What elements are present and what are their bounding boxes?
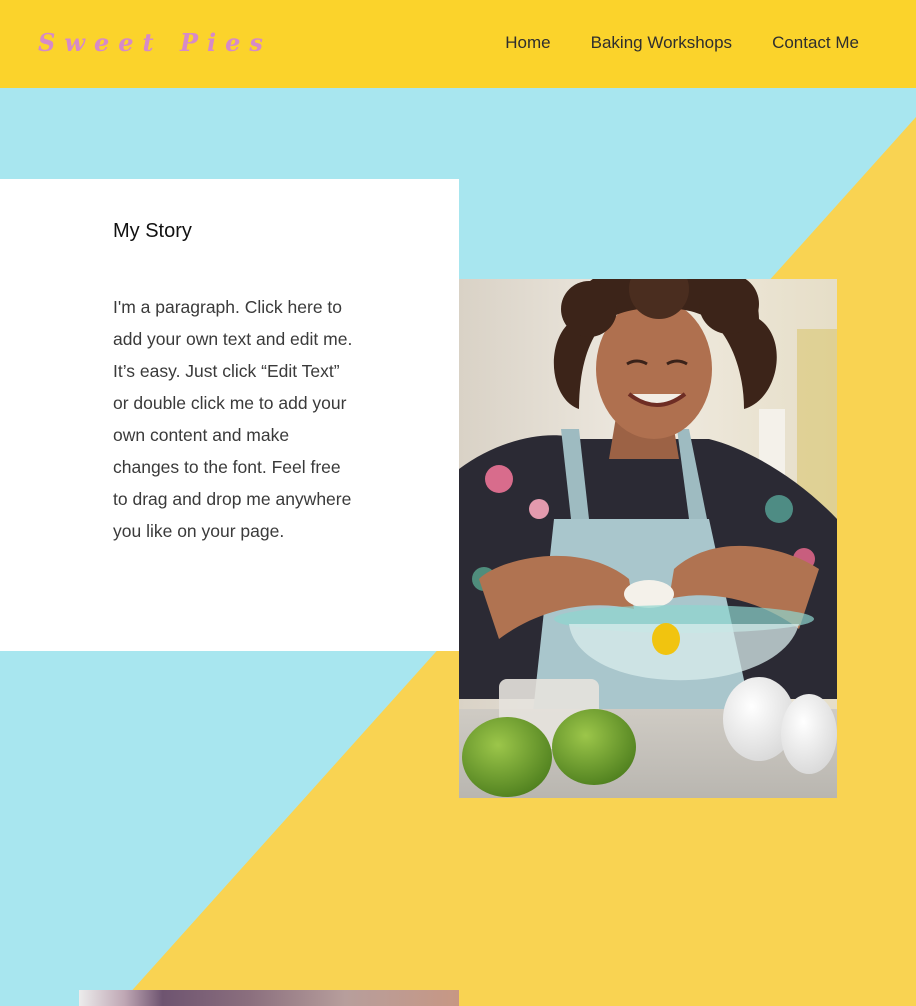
nav-home-link[interactable]: Home [505,32,550,54]
nav-baking-workshops-link[interactable]: Baking Workshops [591,32,732,54]
main-nav: Home Baking Workshops Contact Me [505,32,859,54]
second-photo-partial [79,990,459,1006]
story-title: My Story [113,220,192,242]
site-logo[interactable]: Sweet Pies [38,28,272,58]
story-paragraph: I'm a paragraph. Click here to add your … [113,297,353,541]
page: Sweet Pies Home Baking Workshops Contact… [0,0,916,1006]
site-header: Sweet Pies Home Baking Workshops Contact… [0,0,916,88]
baker-photo [459,279,837,798]
nav-contact-me-link[interactable]: Contact Me [772,32,859,54]
